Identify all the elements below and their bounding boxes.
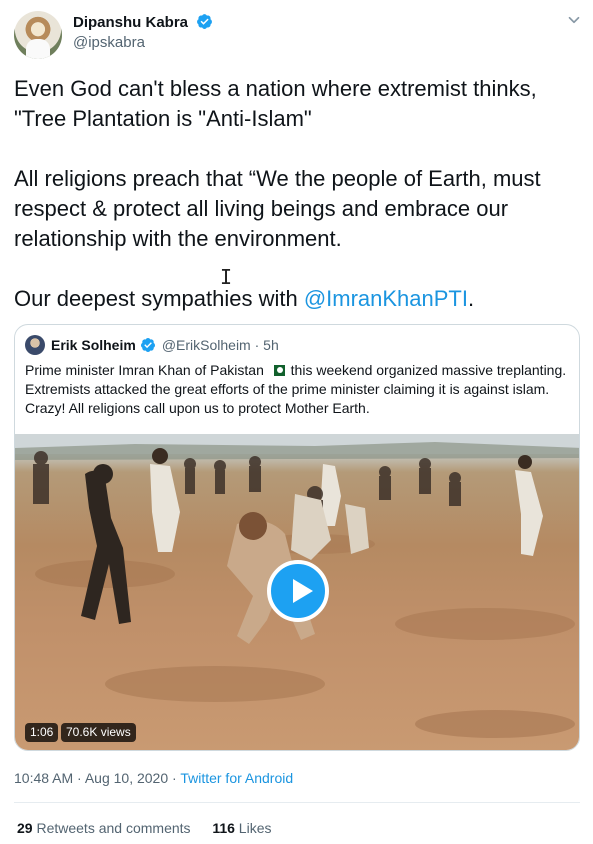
tweet-paragraph-3: Our deepest sympathies with @ImranKhanPT…: [14, 284, 584, 314]
tweet-paragraph-3-text: Our deepest sympathies with: [14, 286, 304, 311]
retweets-label: Retweets and comments: [32, 820, 191, 836]
pakistan-flag-icon: [269, 365, 285, 376]
video-views: 70.6K views: [61, 723, 136, 742]
quoted-author-avatar: [25, 335, 45, 355]
video-duration: 1:06: [25, 723, 59, 742]
verified-badge-icon: [140, 338, 155, 352]
likes-stat[interactable]: 116 Likes: [212, 820, 271, 836]
author-avatar[interactable]: [14, 11, 62, 59]
quoted-tweet[interactable]: Erik Solheim @ErikSolheim · 5h Prime min…: [14, 324, 580, 751]
tweet-stats: 29 Retweets and comments 116 Likes: [17, 820, 272, 836]
quoted-tweet-text: Prime minister Imran Khan of Pakistan th…: [25, 361, 571, 418]
tweet-card: Dipanshu Kabra @ipskabra Even God can't …: [0, 0, 593, 844]
author-name[interactable]: Dipanshu Kabra: [73, 14, 188, 31]
verified-badge-icon: [197, 14, 213, 29]
tweet-meta: 10:48 AM · Aug 10, 2020 · Twitter for An…: [14, 770, 293, 786]
author-name-row[interactable]: Dipanshu Kabra: [73, 13, 213, 31]
quoted-tweet-header: Erik Solheim @ErikSolheim · 5h: [25, 335, 279, 355]
retweets-count: 29: [17, 820, 33, 836]
tweet-line-2: "Tree Plantation is "Anti-Islam": [14, 106, 312, 131]
mention-link[interactable]: @ImranKhanPTI: [304, 286, 468, 311]
tweet-paragraph-2: All religions preach that “We the people…: [14, 166, 541, 251]
likes-count: 116: [212, 820, 235, 836]
tweet-line-1: Even God can't bless a nation where extr…: [14, 76, 537, 101]
quoted-author-handle-time: @ErikSolheim · 5h: [161, 337, 279, 353]
text-cursor-icon: I: [220, 265, 233, 289]
tweet-text: Even God can't bless a nation where extr…: [14, 74, 584, 314]
quoted-text-part-1: Prime minister Imran Khan of Pakistan: [25, 362, 268, 378]
tweet-paragraph-3-end: .: [468, 286, 475, 311]
retweets-stat[interactable]: 29 Retweets and comments: [17, 820, 191, 836]
tweet-timestamp[interactable]: 10:48 AM · Aug 10, 2020 ·: [14, 770, 180, 786]
chevron-down-icon[interactable]: [565, 11, 583, 29]
likes-label: Likes: [234, 820, 272, 836]
author-handle[interactable]: @ipskabra: [73, 34, 145, 51]
tweet-source[interactable]: Twitter for Android: [180, 770, 293, 786]
divider: [14, 802, 580, 803]
quoted-author-name: Erik Solheim: [51, 337, 136, 353]
video-player[interactable]: 1:06 70.6K views: [15, 434, 579, 750]
play-button[interactable]: [267, 560, 329, 622]
